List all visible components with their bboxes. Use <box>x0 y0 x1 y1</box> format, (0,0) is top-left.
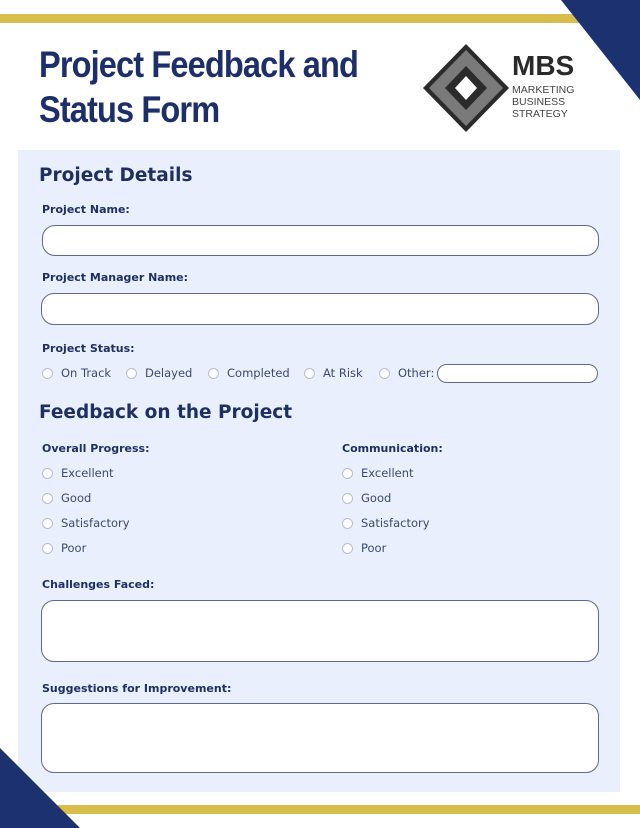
company-logo: MBS MARKETING BUSINESS STRATEGY <box>421 42 591 134</box>
top-gold-stripe <box>0 14 582 23</box>
progress-option-good[interactable]: Good <box>42 491 91 505</box>
logo-acronym: MBS <box>512 50 575 81</box>
communication-option-poor[interactable]: Poor <box>342 541 386 555</box>
radio-icon[interactable] <box>42 542 53 554</box>
logo-tagline-line: STRATEGY <box>512 108 568 120</box>
radio-icon[interactable] <box>42 367 53 379</box>
option-label: Good <box>61 491 92 505</box>
suggestions-label: Suggestions for Improvement: <box>42 682 232 695</box>
option-label: Satisfactory <box>61 516 130 530</box>
form-title: Project Feedback and Status Form <box>39 42 359 132</box>
option-label: Other: <box>398 366 435 380</box>
logo-tagline: MARKETING BUSINESS STRATEGY <box>512 84 574 120</box>
status-option-at-risk[interactable]: At Risk <box>304 366 363 380</box>
logo-tagline-line: BUSINESS <box>512 96 566 108</box>
suggestions-textarea[interactable] <box>41 703 599 773</box>
option-label: Satisfactory <box>361 516 430 530</box>
radio-icon[interactable] <box>342 492 353 504</box>
title-line-2: Status Form <box>39 89 220 130</box>
project-manager-label: Project Manager Name: <box>42 271 189 284</box>
section-heading-feedback: Feedback on the Project <box>39 402 293 423</box>
status-option-delayed[interactable]: Delayed <box>126 366 192 380</box>
project-status-label: Project Status: <box>42 342 135 355</box>
option-label: On Track <box>61 366 112 380</box>
radio-icon[interactable] <box>304 367 315 379</box>
radio-icon[interactable] <box>42 492 53 504</box>
option-label: Excellent <box>61 466 114 480</box>
progress-option-excellent[interactable]: Excellent <box>42 466 114 480</box>
radio-icon[interactable] <box>379 367 390 379</box>
progress-option-poor[interactable]: Poor <box>42 541 86 555</box>
section-heading-project-details: Project Details <box>39 165 193 186</box>
progress-option-satisfactory[interactable]: Satisfactory <box>42 516 130 530</box>
communication-option-good[interactable]: Good <box>342 491 391 505</box>
radio-icon[interactable] <box>42 467 53 479</box>
radio-icon[interactable] <box>208 367 219 379</box>
project-name-input[interactable] <box>42 225 599 256</box>
communication-label: Communication: <box>342 442 443 455</box>
status-option-other[interactable]: Other: <box>379 366 434 380</box>
option-label: Completed <box>227 366 290 380</box>
option-label: At Risk <box>323 366 363 380</box>
communication-option-satisfactory[interactable]: Satisfactory <box>342 516 430 530</box>
logo-tagline-line: MARKETING <box>512 84 575 96</box>
communication-option-excellent[interactable]: Excellent <box>342 466 414 480</box>
bottom-left-corner-triangle <box>0 748 80 828</box>
option-label: Poor <box>61 541 87 555</box>
status-option-completed[interactable]: Completed <box>208 366 290 380</box>
option-label: Delayed <box>145 366 193 380</box>
radio-icon[interactable] <box>342 517 353 529</box>
radio-icon[interactable] <box>42 517 53 529</box>
radio-icon[interactable] <box>342 467 353 479</box>
status-option-on-track[interactable]: On Track <box>42 366 111 380</box>
challenges-label: Challenges Faced: <box>42 578 155 591</box>
radio-icon[interactable] <box>342 542 353 554</box>
diamond-logo-icon <box>423 44 509 132</box>
project-manager-input[interactable] <box>41 293 599 325</box>
title-line-1: Project Feedback and <box>39 44 359 85</box>
option-label: Excellent <box>361 466 414 480</box>
status-other-input[interactable] <box>437 364 598 383</box>
option-label: Good <box>361 491 392 505</box>
challenges-textarea[interactable] <box>41 600 599 662</box>
option-label: Poor <box>361 541 387 555</box>
bottom-gold-stripe <box>58 805 640 814</box>
overall-progress-label: Overall Progress: <box>42 442 150 455</box>
project-name-label: Project Name: <box>42 203 130 216</box>
radio-icon[interactable] <box>126 367 137 379</box>
